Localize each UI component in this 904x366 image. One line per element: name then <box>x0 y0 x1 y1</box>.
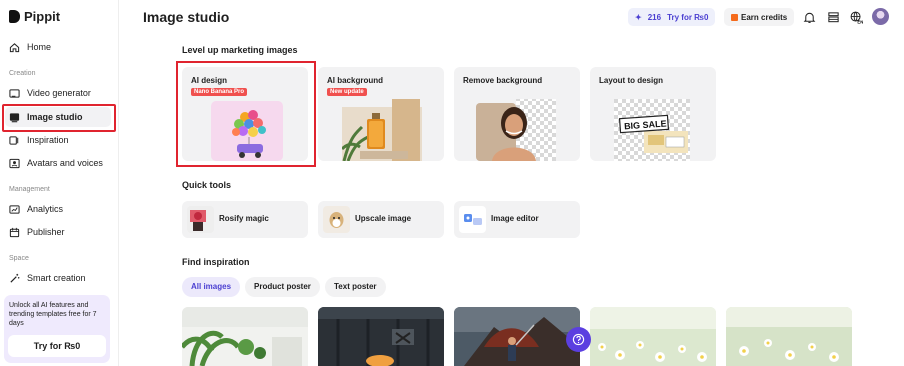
calendar-icon <box>9 227 20 238</box>
chip-product-poster[interactable]: Product poster <box>245 277 320 297</box>
sidebar-item-publisher[interactable]: Publisher <box>9 223 65 241</box>
section-management: Management <box>9 186 50 193</box>
credits-count: 216 <box>647 12 662 22</box>
home-icon <box>9 42 20 53</box>
promo-try-button[interactable]: Try for ₨0 <box>8 335 106 357</box>
sidebar-item-video-generator[interactable]: Video generator <box>9 84 91 102</box>
notification-bell-icon[interactable] <box>801 9 817 25</box>
logo-text: Pippit <box>24 9 61 24</box>
sidebar-item-smart-creation[interactable]: Smart creation <box>9 269 86 287</box>
help-button[interactable] <box>566 327 591 352</box>
gift-icon <box>731 13 738 21</box>
sidebar-item-inspiration[interactable]: Inspiration <box>9 131 69 149</box>
pippit-logo-icon <box>9 10 20 23</box>
ai-background-preview-image <box>342 99 422 161</box>
upscale-thumbnail <box>323 206 350 233</box>
app-root: Pippit Home Creation Video generator Ima… <box>0 0 904 366</box>
page-title: Image studio <box>143 9 230 25</box>
chip-all-images[interactable]: All images <box>182 277 241 297</box>
quick-tools-heading: Quick tools <box>182 180 232 190</box>
inspiration-heading: Find inspiration <box>182 257 250 267</box>
tool-label: Rosify magic <box>219 214 269 223</box>
inspiration-image-industrial[interactable] <box>318 307 444 366</box>
upgrade-promo: Unlock all AI features and trending temp… <box>4 295 110 363</box>
card-title: Remove background <box>463 76 543 85</box>
inspiration-image-meadow[interactable] <box>726 307 852 366</box>
sidebar-item-analytics[interactable]: Analytics <box>9 200 63 218</box>
try-label: Try for ₨0 <box>667 12 709 22</box>
magic-wand-icon <box>9 273 20 284</box>
inspiration-image-flowers[interactable] <box>590 307 716 366</box>
tool-label: Upscale image <box>355 214 412 223</box>
section-space: Space <box>9 255 29 262</box>
card-title: Layout to design <box>599 76 663 85</box>
earn-label: Earn credits <box>741 12 788 22</box>
sidebar-item-label: Analytics <box>27 204 64 214</box>
inspiration-image-plants[interactable] <box>182 307 308 366</box>
card-layout-to-design[interactable]: Layout to design BIG SALE <box>590 67 716 161</box>
image-editor-thumbnail <box>459 206 486 233</box>
card-ai-background[interactable]: AI background New update <box>318 67 444 161</box>
sidebar-item-avatars-and-voices[interactable]: Avatars and voices <box>9 154 103 172</box>
inspiration-image-fantasy[interactable] <box>454 307 580 366</box>
sidebar-item-label: Publisher <box>27 227 65 237</box>
sidebar: Pippit Home Creation Video generator Ima… <box>0 0 119 366</box>
logo[interactable]: Pippit <box>9 9 60 24</box>
sidebar-item-label: Inspiration <box>27 135 69 145</box>
section-creation: Creation <box>9 70 36 77</box>
analytics-icon <box>9 204 20 215</box>
sidebar-item-label: Video generator <box>27 88 91 98</box>
credits-pill[interactable]: ✦ 216 Try for ₨0 <box>628 8 716 26</box>
image-studio-highlight-box <box>2 104 116 132</box>
ai-design-highlight-box <box>176 61 316 167</box>
sidebar-item-label: Home <box>27 42 52 52</box>
chip-text-poster[interactable]: Text poster <box>325 277 386 297</box>
avatar-voice-icon <box>9 158 20 169</box>
card-remove-background[interactable]: Remove background <box>454 67 580 161</box>
language-globe-icon[interactable]: EN <box>848 9 864 25</box>
rosify-thumbnail <box>187 206 214 233</box>
user-avatar[interactable] <box>872 8 889 25</box>
sparkle-icon: ✦ <box>635 12 642 22</box>
tool-upscale-image[interactable]: Upscale image <box>318 201 444 238</box>
sidebar-item-label: Smart creation <box>27 273 86 283</box>
remove-background-preview-image <box>476 99 556 161</box>
tool-label: Image editor <box>491 214 539 223</box>
promo-text: Unlock all AI features and trending temp… <box>9 302 97 327</box>
svg-text:EN: EN <box>857 19 863 23</box>
level-up-heading: Level up marketing images <box>182 45 298 55</box>
card-title: AI background <box>327 76 384 85</box>
inspiration-icon <box>9 135 20 146</box>
card-badge: New update <box>327 88 367 96</box>
earn-credits-button[interactable]: Earn credits <box>724 8 795 26</box>
tool-image-editor[interactable]: Image editor <box>454 201 580 238</box>
layout-to-design-preview-image: BIG SALE <box>614 99 690 161</box>
tool-rosify-magic[interactable]: Rosify magic <box>182 201 308 238</box>
sidebar-item-label: Avatars and voices <box>27 158 103 168</box>
sidebar-item-home[interactable]: Home <box>9 38 51 56</box>
question-mark-icon <box>572 333 585 346</box>
video-generator-icon <box>9 88 20 99</box>
inbox-icon[interactable] <box>825 9 841 25</box>
